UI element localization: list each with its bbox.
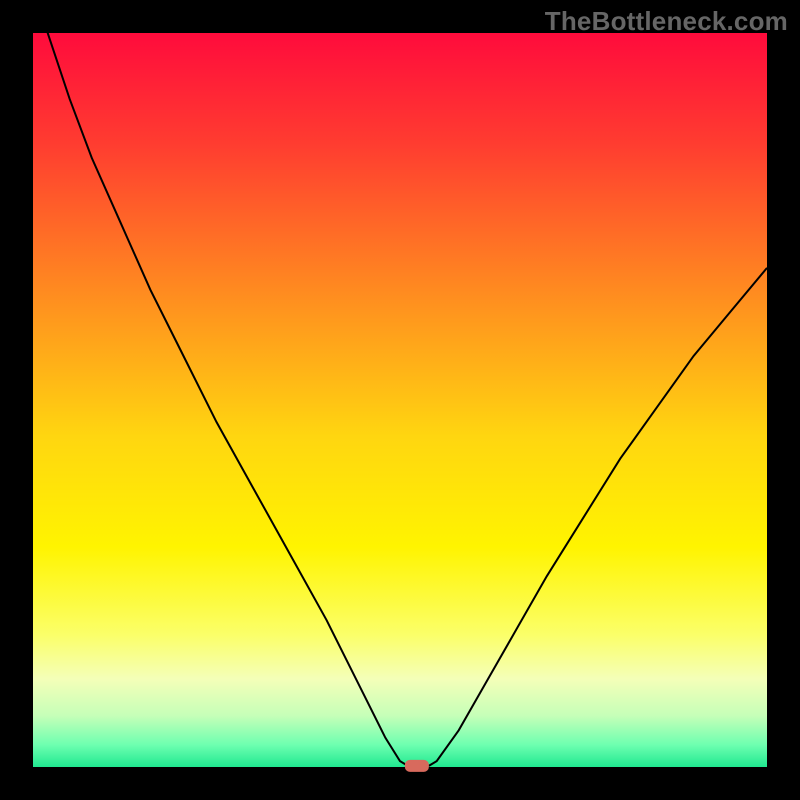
plot-background: [33, 33, 767, 767]
optimal-marker: [405, 760, 429, 772]
chart-frame: TheBottleneck.com: [0, 0, 800, 800]
bottleneck-chart: [0, 0, 800, 800]
watermark-text: TheBottleneck.com: [545, 6, 788, 37]
